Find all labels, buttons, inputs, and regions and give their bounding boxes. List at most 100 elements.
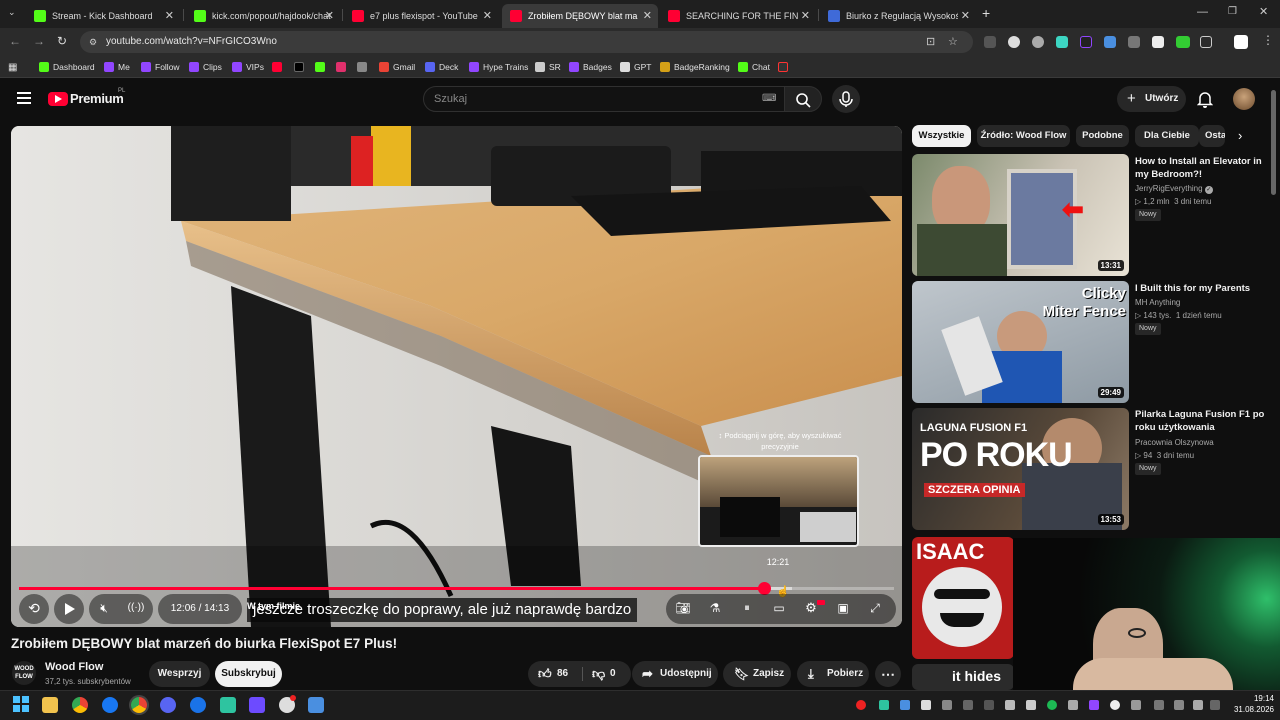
address-bar[interactable]: ⚙ youtube.com/watch?v=NFrGICO3Wno ⊡ ☆ xyxy=(80,31,973,53)
bookmark-misc[interactable] xyxy=(357,60,371,74)
chrome-active-icon[interactable] xyxy=(131,697,147,713)
recommendation-thumbnail[interactable]: LAGUNA FUSION F1 PO ROKU SZCZERA OPINIA … xyxy=(912,408,1129,530)
tray-icon[interactable] xyxy=(1068,700,1078,710)
tray-icon[interactable] xyxy=(1131,700,1141,710)
share-button[interactable]: ➦ Udostępnij xyxy=(632,661,718,687)
recommendation-title[interactable]: How to Install an Elevator in my Bedroom… xyxy=(1135,155,1265,181)
pause-autoplay-icon[interactable]: ⏸ xyxy=(736,594,758,622)
tab-kick-dashboard[interactable]: Stream - Kick Dashboard ✕ xyxy=(26,4,180,28)
bookmark-vips[interactable]: VIPs xyxy=(232,60,264,74)
minimize-icon[interactable]: — xyxy=(1197,6,1208,18)
more-actions-button[interactable]: ⋯ xyxy=(875,661,901,687)
bookmark-gpt[interactable]: GPT xyxy=(620,60,651,74)
subscribe-button[interactable]: Subskrybuj xyxy=(215,661,282,687)
chip-from-channel[interactable]: Źródło: Wood Flow xyxy=(977,125,1070,147)
close-icon[interactable]: ✕ xyxy=(483,9,492,22)
bookmark-badgeranking[interactable]: BadgeRanking xyxy=(660,60,730,74)
tab-kick-chat[interactable]: kick.com/popout/hajdook/chat ✕ xyxy=(186,4,340,28)
microphone-tray-icon[interactable] xyxy=(1154,700,1164,710)
maximize-icon[interactable]: ❐ xyxy=(1228,6,1237,17)
tab-biurko[interactable]: Biurko z Regulacją Wysokości E ✕ xyxy=(820,4,976,28)
dislike-thumb-icon[interactable]: 👎︎ xyxy=(592,661,605,687)
tray-icon[interactable] xyxy=(1110,700,1120,710)
save-button[interactable]: 🔖︎ Zapisz xyxy=(723,661,791,687)
bookmark-hype-trains[interactable]: Hype Trains xyxy=(469,60,528,74)
dislike-count[interactable]: 0 xyxy=(610,661,616,687)
bookmark-deck[interactable]: Deck xyxy=(425,60,458,74)
reload-icon[interactable]: ↻ xyxy=(57,34,67,48)
mute-icon[interactable]: 🔇︎ xyxy=(93,594,115,622)
close-icon[interactable]: ✕ xyxy=(961,9,970,22)
settings-gear-icon[interactable]: ⚙ xyxy=(800,594,822,622)
network-icon[interactable] xyxy=(1174,700,1184,710)
close-icon[interactable]: ✕ xyxy=(643,9,652,22)
app-icon[interactable] xyxy=(220,697,236,713)
extensions-puzzle-icon[interactable] xyxy=(1200,36,1212,48)
bookmark-dashboard[interactable]: Dashboard xyxy=(39,60,95,74)
download-button[interactable]: ⤓ Pobierz xyxy=(797,661,869,687)
profile-icon[interactable] xyxy=(1234,35,1248,49)
chip-related[interactable]: Podobne xyxy=(1076,125,1129,147)
channel-avatar[interactable]: WOOD FLOW xyxy=(12,661,36,685)
close-icon[interactable]: ✕ xyxy=(801,9,810,22)
back-icon[interactable]: ← xyxy=(9,34,21,48)
recommendation-title[interactable]: Pilarka Laguna Fusion F1 po roku użytkow… xyxy=(1135,408,1265,434)
close-icon[interactable]: ✕ xyxy=(165,9,174,22)
like-thumb-icon[interactable]: 👍︎ xyxy=(538,661,552,687)
support-button[interactable]: Wesprzyj xyxy=(149,661,210,687)
screenshot-camera-icon[interactable]: 📷︎ xyxy=(672,594,694,622)
extension-icon[interactable] xyxy=(1056,36,1068,48)
recommendation-title[interactable]: I Built this for my Parents xyxy=(1135,282,1265,295)
extension-icon[interactable] xyxy=(1176,36,1190,48)
chip-recent[interactable]: Ostatnio xyxy=(1199,125,1225,147)
bookmark-badges[interactable]: Badges xyxy=(569,60,612,74)
bookmark-kick[interactable] xyxy=(315,60,329,74)
app-icon[interactable] xyxy=(249,697,265,713)
discord-icon[interactable] xyxy=(160,697,176,713)
taskbar-clock[interactable]: 19:14 31.08.2026 xyxy=(1224,693,1274,715)
flask-experiment-icon[interactable]: ⚗ xyxy=(704,594,726,622)
app-icon[interactable] xyxy=(190,697,206,713)
video-player[interactable] xyxy=(11,126,902,627)
recommendation-thumbnail[interactable]: it hides xyxy=(912,664,1014,690)
bookmark-chat[interactable]: Chat xyxy=(738,60,770,74)
youtube-logo-icon[interactable] xyxy=(48,92,68,106)
bookmark-sr[interactable]: SR xyxy=(535,60,561,74)
extension-icon[interactable] xyxy=(984,36,996,48)
file-explorer-icon[interactable] xyxy=(42,697,58,713)
chrome-icon[interactable] xyxy=(72,697,88,713)
tab-search-icon[interactable]: ⌄ xyxy=(8,7,16,18)
tray-icon[interactable] xyxy=(921,700,931,710)
keyboard-icon[interactable]: ⌨ xyxy=(762,87,776,111)
spotify-icon[interactable] xyxy=(1047,700,1057,710)
create-button[interactable]: + Utwórz xyxy=(1117,86,1186,112)
tray-icon[interactable] xyxy=(963,700,973,710)
search-input[interactable]: Szukaj ⌨ xyxy=(423,86,785,112)
bookmark-extra[interactable] xyxy=(778,60,792,74)
tab-youtube-search[interactable]: e7 plus flexispot - YouTube ✕ xyxy=(344,4,498,28)
volume-controls[interactable]: 🔇︎ ((·)) xyxy=(89,594,153,624)
extension-icon[interactable] xyxy=(1128,36,1140,48)
close-icon[interactable]: ✕ xyxy=(325,9,334,22)
bookmark-me[interactable]: Me xyxy=(104,60,130,74)
play-button[interactable] xyxy=(54,594,84,624)
bookmark-follow[interactable]: Follow xyxy=(141,60,180,74)
loop-button[interactable]: ⟲ xyxy=(19,594,49,624)
notifications-bell-icon[interactable] xyxy=(1196,90,1214,113)
tray-icon[interactable] xyxy=(1089,700,1099,710)
app-icon[interactable] xyxy=(308,697,324,713)
install-icon[interactable]: ⊡ xyxy=(926,31,935,53)
extension-icon[interactable] xyxy=(1008,36,1020,48)
tray-icon[interactable] xyxy=(942,700,952,710)
tray-icon[interactable] xyxy=(879,700,889,710)
fullscreen-icon[interactable]: ⤢ xyxy=(864,594,886,622)
youtube-premium-logo[interactable]: Premium xyxy=(70,91,124,106)
bookmark-clips[interactable]: Clips xyxy=(189,60,222,74)
recommendation-channel[interactable]: Pracownia Olszynowa xyxy=(1135,438,1214,447)
windows-start-icon[interactable] xyxy=(13,696,29,712)
extension-icon[interactable] xyxy=(1104,36,1116,48)
like-count[interactable]: 86 xyxy=(557,661,568,687)
facebook-icon[interactable] xyxy=(102,697,118,713)
menu-dots-icon[interactable]: ⋮ xyxy=(1262,33,1274,47)
tray-icon[interactable] xyxy=(1210,700,1220,710)
